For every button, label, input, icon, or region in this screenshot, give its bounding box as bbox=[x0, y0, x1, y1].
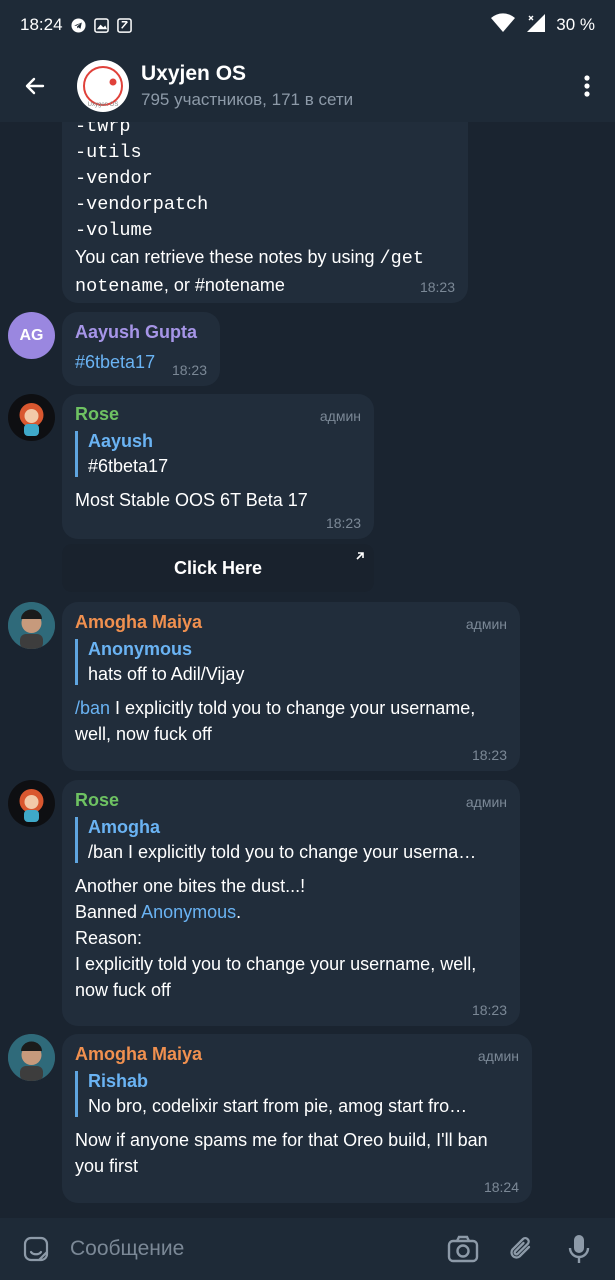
mic-button[interactable] bbox=[561, 1231, 597, 1267]
note-line: -utils bbox=[75, 142, 142, 163]
message-time: 18:23 bbox=[471, 1002, 507, 1018]
sticker-icon bbox=[23, 1236, 49, 1262]
rose-avatar-icon bbox=[19, 789, 44, 822]
message-text: Another one bites the dust...! bbox=[75, 876, 306, 896]
telegram-icon bbox=[71, 17, 86, 33]
back-button[interactable] bbox=[0, 50, 70, 122]
reply-author: Rishab bbox=[88, 1071, 149, 1091]
wifi-icon bbox=[490, 12, 516, 38]
camera-icon bbox=[447, 1235, 479, 1263]
amogha-avatar-icon bbox=[8, 1034, 55, 1081]
status-time: 18:24 bbox=[20, 15, 63, 34]
photo-notification-icon bbox=[93, 17, 109, 33]
avatar[interactable] bbox=[8, 602, 55, 649]
chat-subtitle: 795 участников, 171 в сети bbox=[141, 90, 354, 109]
reply-text: hats off to Adil/Vijay bbox=[88, 664, 245, 684]
message-bubble[interactable]: Amogha Maiya админ Rishab No bro, codeli… bbox=[62, 1034, 532, 1203]
message-time: 18:24 bbox=[483, 1179, 519, 1195]
admin-badge: админ bbox=[319, 408, 361, 424]
message-composer bbox=[0, 1218, 615, 1280]
message-time: 18:23 bbox=[171, 362, 207, 378]
signal-icon bbox=[526, 13, 546, 38]
user-mention[interactable]: Anonymous bbox=[141, 902, 236, 922]
message-bubble[interactable]: Amogha Maiya админ Anonymous hats off to… bbox=[62, 602, 520, 771]
reply-preview[interactable]: Aayush #6tbeta17 bbox=[75, 431, 361, 477]
back-arrow-icon bbox=[25, 77, 45, 95]
message-text: /ban I explicitly told you to change you… bbox=[75, 698, 476, 718]
note-line: -vendor bbox=[75, 168, 153, 189]
message-time: 18:23 bbox=[471, 747, 507, 763]
amogha-avatar-icon bbox=[8, 602, 55, 649]
battery-level: 30 % bbox=[556, 15, 595, 34]
reply-preview[interactable]: Anonymous hats off to Adil/Vijay bbox=[75, 639, 507, 685]
message-time: 18:23 bbox=[325, 515, 361, 531]
message-text: You can retrieve these notes by using /g… bbox=[75, 247, 424, 269]
command-link[interactable]: /ban bbox=[75, 698, 110, 718]
chat-title[interactable]: Uxyjen OS bbox=[141, 62, 353, 86]
notification-icon bbox=[116, 17, 132, 33]
sender-name[interactable]: Amogha Maiya bbox=[75, 1044, 519, 1065]
avatar[interactable]: AG bbox=[8, 312, 55, 359]
message-text: I explicitly told you to change your use… bbox=[75, 954, 477, 974]
rose-avatar-icon bbox=[19, 403, 44, 436]
message-text: Banned Anonymous. bbox=[75, 902, 242, 922]
reply-text: /ban I explicitly told you to change you… bbox=[88, 842, 477, 862]
command-text: /get bbox=[379, 248, 424, 269]
message-text: now fuck off bbox=[75, 980, 171, 1000]
chat-header: Uxygen OS Uxyjen OS 795 участников, 171 … bbox=[0, 50, 615, 122]
avatar[interactable] bbox=[8, 1034, 55, 1081]
status-bar: 18:24 30 % bbox=[0, 0, 615, 50]
admin-badge: админ bbox=[477, 1048, 519, 1064]
message-bubble[interactable]: Rose админ Aayush #6tbeta17 Most Stable … bbox=[62, 394, 374, 539]
sender-name[interactable]: Rose bbox=[75, 790, 507, 811]
attach-icon bbox=[510, 1237, 531, 1259]
admin-badge: админ bbox=[465, 794, 507, 810]
message-list[interactable]: -twrp -utils -vendor -vendorpatch -volum… bbox=[0, 122, 615, 1218]
open-link-icon bbox=[356, 552, 364, 560]
avatar[interactable] bbox=[8, 394, 55, 441]
reply-author: Aayush bbox=[88, 431, 154, 451]
message-bubble[interactable]: Aayush Gupta #6tbeta17 18:23 bbox=[62, 312, 220, 386]
sender-name[interactable]: Amogha Maiya bbox=[75, 612, 507, 633]
avatar[interactable] bbox=[8, 780, 55, 827]
message-input[interactable] bbox=[70, 1237, 445, 1261]
sender-name[interactable]: Rose bbox=[75, 404, 361, 425]
more-options-button[interactable] bbox=[559, 50, 615, 122]
hashtag-link[interactable]: #6tbeta17 bbox=[75, 352, 155, 372]
note-line: -twrp bbox=[75, 122, 131, 137]
mic-icon bbox=[568, 1235, 590, 1263]
chat-avatar[interactable]: Uxygen OS bbox=[77, 60, 129, 112]
admin-badge: админ bbox=[465, 616, 507, 632]
svg-text:Uxygen OS: Uxygen OS bbox=[88, 102, 119, 108]
sticker-button[interactable] bbox=[18, 1231, 54, 1267]
reply-text: No bro, codelixir start from pie, amog s… bbox=[88, 1096, 468, 1116]
sender-name[interactable]: Aayush Gupta bbox=[75, 322, 207, 343]
reply-author: Amogha bbox=[88, 817, 160, 837]
click-here-button[interactable]: Click Here bbox=[62, 544, 374, 592]
message-bubble[interactable]: -twrp -utils -vendor -vendorpatch -volum… bbox=[62, 122, 468, 303]
more-vert-icon bbox=[584, 75, 590, 97]
reply-preview[interactable]: Rishab No bro, codelixir start from pie,… bbox=[75, 1071, 519, 1117]
message-text: notename, or #notename bbox=[75, 275, 285, 297]
reply-author: Anonymous bbox=[88, 639, 193, 659]
message-text: Now if anyone spams me for that Oreo bui… bbox=[75, 1130, 488, 1150]
camera-button[interactable] bbox=[445, 1231, 481, 1267]
message-text: Most Stable OOS 6T Beta 17 bbox=[75, 490, 308, 510]
reply-text: #6tbeta17 bbox=[88, 456, 169, 476]
message-text: Reason: bbox=[75, 928, 143, 948]
note-line: -volume bbox=[75, 220, 153, 241]
note-line: -vendorpatch bbox=[75, 194, 209, 215]
message-text: well, now fuck off bbox=[75, 724, 212, 744]
message-time: 18:23 bbox=[419, 279, 455, 295]
attach-button[interactable] bbox=[503, 1231, 539, 1267]
message-bubble[interactable]: Rose админ Amogha /ban I explicitly told… bbox=[62, 780, 520, 1026]
reply-preview[interactable]: Amogha /ban I explicitly told you to cha… bbox=[75, 817, 507, 863]
message-text: you first bbox=[75, 1156, 139, 1176]
